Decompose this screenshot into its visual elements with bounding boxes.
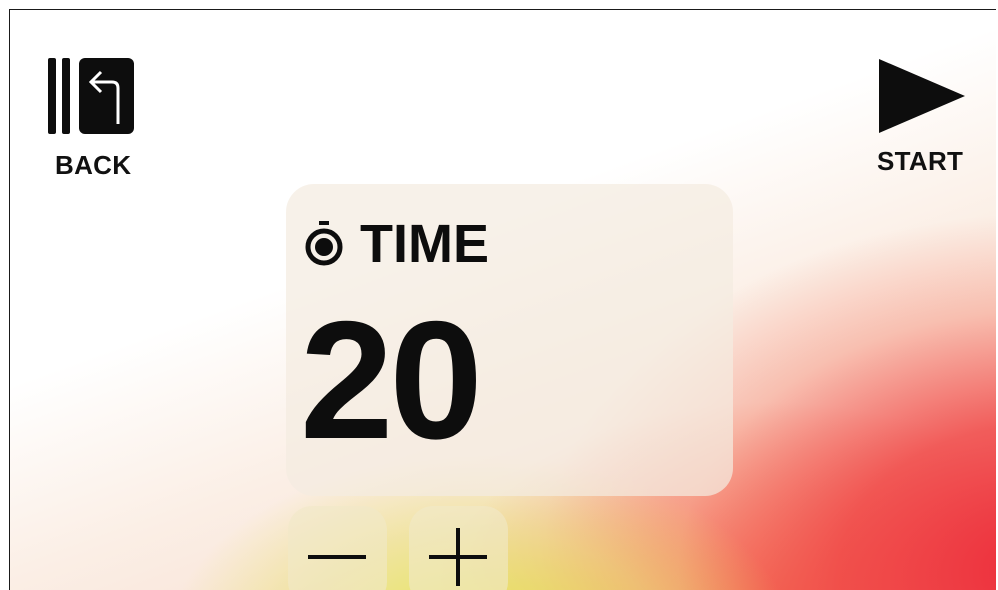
- plus-icon: [429, 528, 487, 586]
- play-icon: [879, 59, 965, 133]
- time-title: TIME: [360, 214, 489, 274]
- back-door-icon: [48, 58, 134, 134]
- workout-setup-screen: BACK START TIME 20: [9, 9, 996, 590]
- decrease-time-button[interactable]: [288, 506, 387, 590]
- start-label: START: [877, 146, 964, 176]
- increase-time-button[interactable]: [409, 506, 508, 590]
- minus-icon: [308, 555, 366, 559]
- time-card: TIME 20: [286, 184, 733, 496]
- time-value: 20: [300, 286, 483, 474]
- back-label: BACK: [55, 150, 132, 180]
- stopwatch-icon: [305, 221, 343, 266]
- start-button[interactable]: START: [874, 54, 974, 176]
- back-button[interactable]: BACK: [48, 58, 138, 180]
